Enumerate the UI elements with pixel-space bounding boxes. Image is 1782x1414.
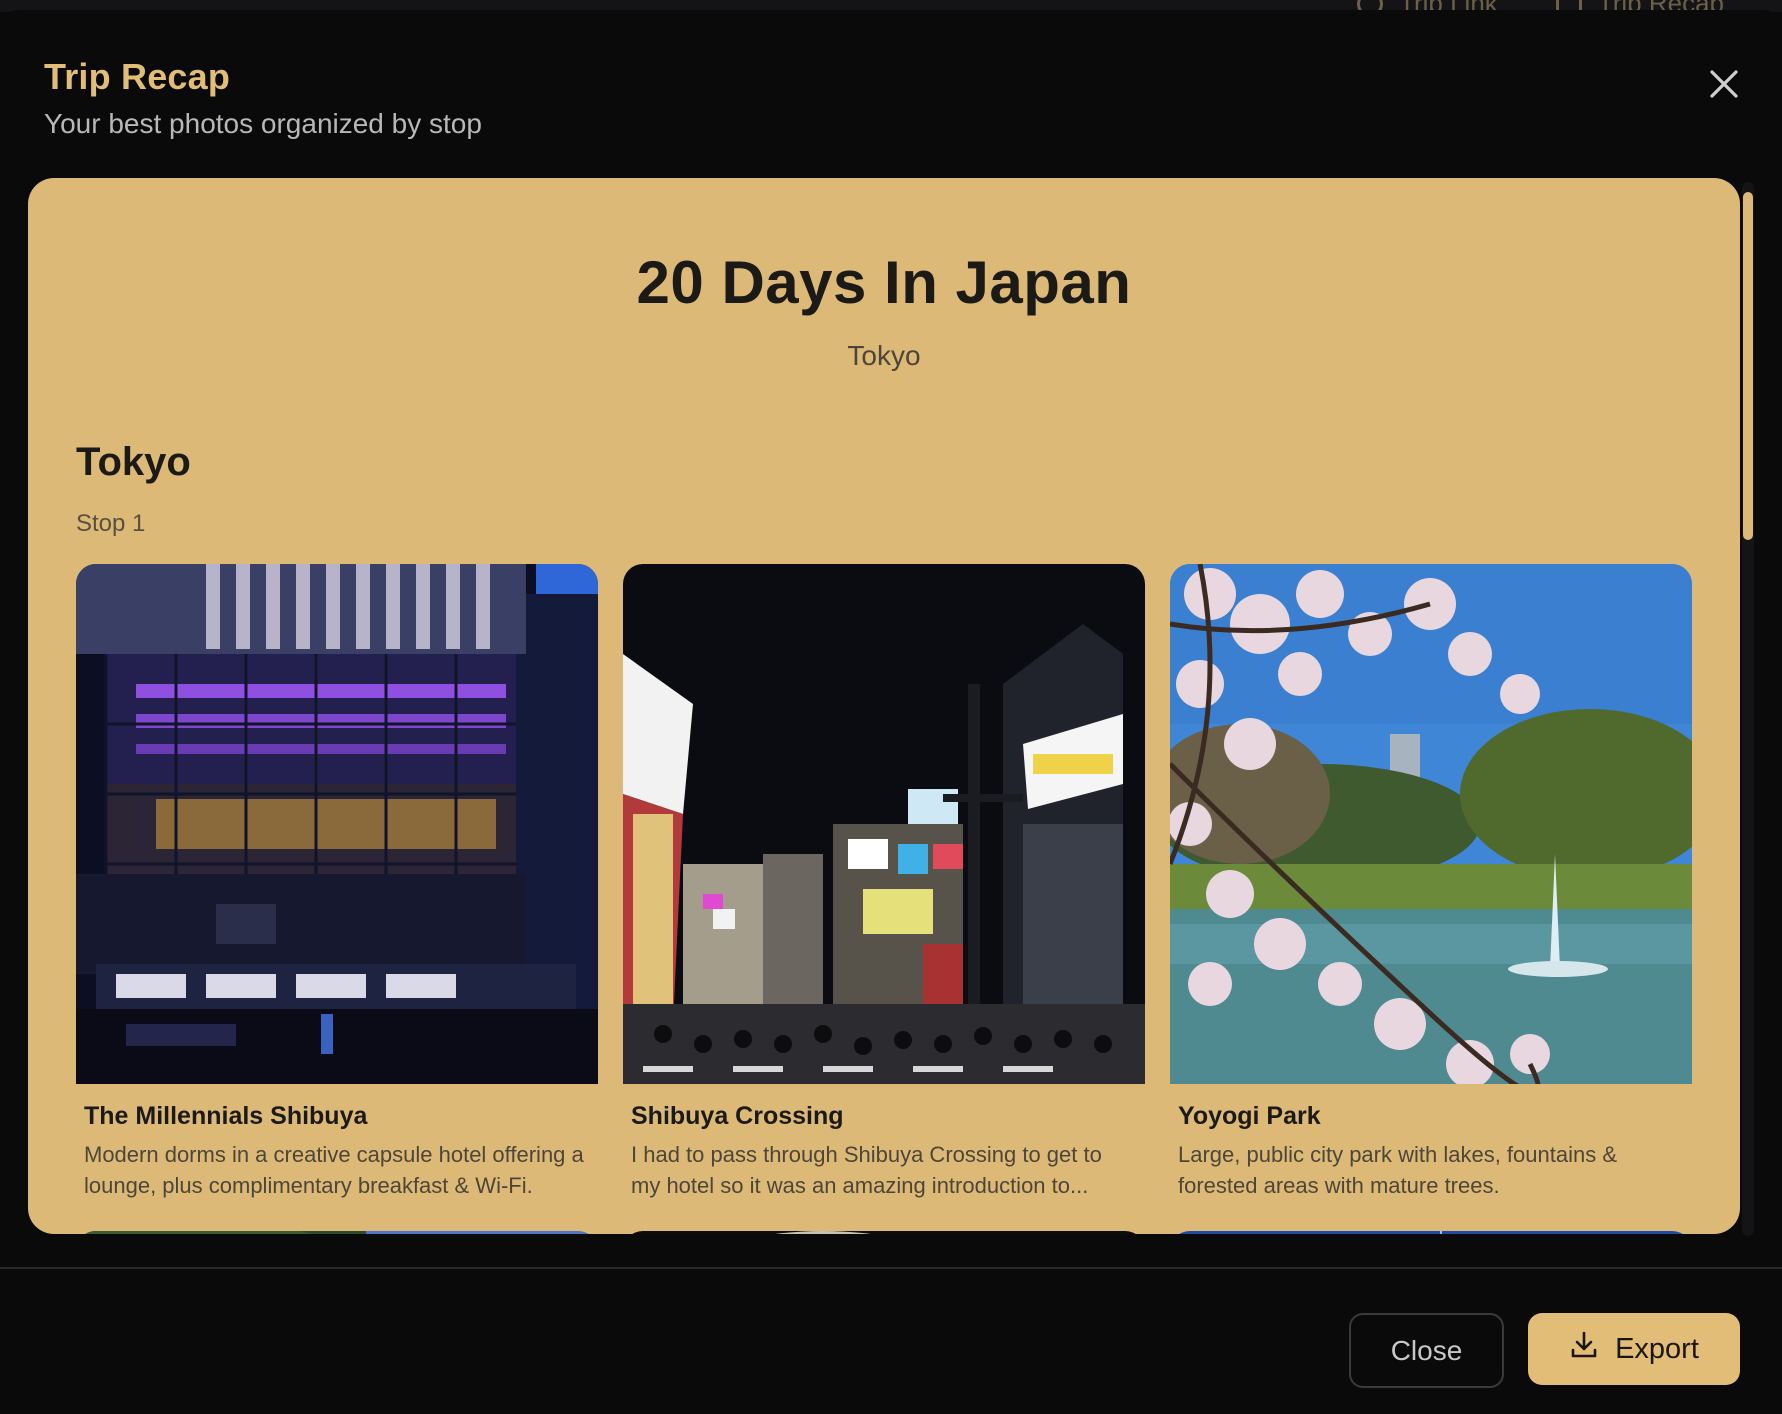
card-title: Shibuya Crossing (631, 1102, 844, 1130)
card-title: Yoyogi Park (1178, 1102, 1321, 1130)
photo-card[interactable]: The Millennials Shibuya Modern dorms in … (76, 564, 598, 1201)
card-title: The Millennials Shibuya (84, 1102, 368, 1130)
modal-footer: Close Export (0, 1267, 1782, 1414)
export-button-label: Export (1615, 1332, 1699, 1365)
modal-subtitle: Your best photos organized by stop (44, 108, 482, 139)
card-description: Large, public city park with lakes, foun… (1178, 1142, 1618, 1198)
photo-partial (76, 1231, 598, 1234)
close-icon[interactable] (1702, 62, 1746, 106)
trip-title: 20 Days In Japan (636, 249, 1132, 316)
photo-card[interactable] (623, 1231, 1145, 1234)
recap-scroll-area[interactable]: 20 Days In Japan Tokyo Tokyo Stop 1 The … (28, 178, 1740, 1234)
photo-the-millennials-shibuya (76, 564, 598, 1084)
modal-header: Trip Recap Your best photos organized by… (44, 56, 482, 140)
photo-partial (1170, 1231, 1692, 1234)
photo-card[interactable] (1170, 1231, 1692, 1234)
trip-recap-modal: Trip Recap Your best photos organized by… (0, 10, 1782, 1414)
photo-partial (623, 1231, 1145, 1234)
stop-name: Tokyo (76, 440, 191, 484)
photo-grid: The Millennials Shibuya Modern dorms in … (76, 564, 1692, 1234)
card-description: Modern dorms in a creative capsule hotel… (84, 1142, 584, 1198)
download-icon (1569, 1330, 1599, 1368)
photo-card[interactable]: Shibuya Crossing I had to pass through S… (623, 564, 1145, 1201)
export-button[interactable]: Export (1528, 1313, 1740, 1385)
photo-card[interactable]: Yoyogi Park Large, public city park with… (1170, 564, 1692, 1201)
scrollbar-thumb[interactable] (1743, 192, 1753, 540)
recap-card: 20 Days In Japan Tokyo Tokyo Stop 1 The … (28, 178, 1740, 1234)
photo-yoyogi-park (1170, 564, 1692, 1084)
card-description: I had to pass through Shibuya Crossing t… (631, 1142, 1102, 1198)
close-button[interactable]: Close (1349, 1313, 1504, 1388)
modal-title: Trip Recap (44, 56, 231, 97)
photo-shibuya-crossing (623, 564, 1145, 1084)
trip-destination: Tokyo (847, 340, 921, 371)
photo-card[interactable] (76, 1231, 598, 1234)
stop-label: Stop 1 (76, 510, 146, 537)
